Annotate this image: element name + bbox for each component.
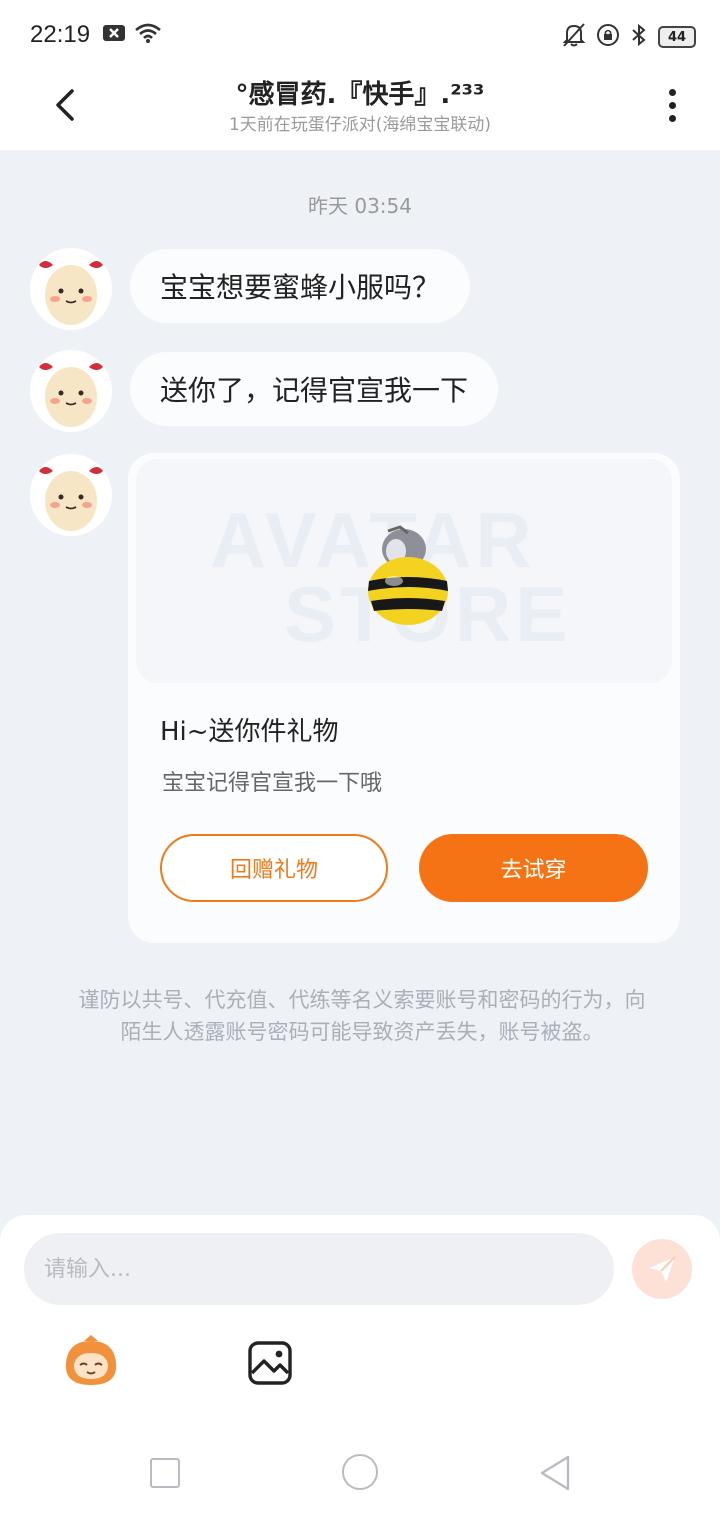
message-bubble[interactable]: 宝宝想要蜜蜂小服吗？: [130, 249, 471, 323]
notification-x-icon: [102, 24, 126, 46]
status-bar: 22:19 44: [0, 0, 720, 70]
status-time: 22:19: [30, 21, 91, 48]
wifi-icon: [134, 22, 162, 48]
emoji-button[interactable]: [60, 1335, 122, 1391]
contact-status: 1天前在玩蛋仔派对(海绵宝宝联动): [228, 115, 492, 135]
rotation-lock-icon: [596, 23, 620, 51]
try-on-button[interactable]: 去试穿: [419, 834, 648, 902]
more-vertical-icon: [668, 88, 676, 96]
message-input[interactable]: [44, 1256, 614, 1282]
sender-avatar[interactable]: [30, 248, 112, 330]
home-button[interactable]: [342, 1454, 378, 1490]
contact-name[interactable]: °感冒药.『快手』.²³³: [0, 74, 720, 111]
sender-avatar[interactable]: [30, 350, 112, 432]
bluetooth-icon: [630, 23, 648, 51]
mute-bell-icon: [562, 22, 586, 52]
message-timestamp: 昨天 03:54: [308, 194, 412, 218]
gift-card-title: Hi~送你件礼物: [160, 717, 339, 747]
send-button[interactable]: [632, 1239, 692, 1299]
image-icon: [248, 1341, 292, 1385]
bee-costume-image: [368, 525, 448, 625]
image-button[interactable]: [246, 1339, 294, 1387]
security-warning: 谨防以共号、代充值、代练等名义索要账号和密码的行为，向陌生人透露账号密码可能导致…: [78, 988, 646, 1044]
paper-plane-icon: [649, 1256, 676, 1282]
character-face-icon: [65, 1335, 117, 1385]
recent-apps-button[interactable]: [150, 1458, 180, 1488]
return-gift-button[interactable]: 回赠礼物: [160, 834, 388, 902]
battery-indicator: 44: [658, 26, 696, 48]
sender-avatar[interactable]: [30, 454, 112, 536]
message-bubble[interactable]: 送你了，记得官宣我一下: [130, 352, 499, 426]
message-input-container[interactable]: [24, 1233, 614, 1305]
system-nav-bar: [0, 1430, 720, 1520]
gift-card[interactable]: AVATAR STORE Hi~送你件礼物 宝宝记得官宣我一下哦 回赠礼物 去试…: [128, 453, 680, 943]
gift-preview-image[interactable]: AVATAR STORE: [136, 459, 672, 683]
more-options-button[interactable]: [652, 80, 692, 130]
gift-card-description: 宝宝记得官宣我一下哦: [162, 771, 383, 796]
back-triangle-icon[interactable]: [538, 1454, 574, 1492]
chat-header: °感冒药.『快手』.²³³ 1天前在玩蛋仔派对(海绵宝宝联动): [0, 70, 720, 150]
